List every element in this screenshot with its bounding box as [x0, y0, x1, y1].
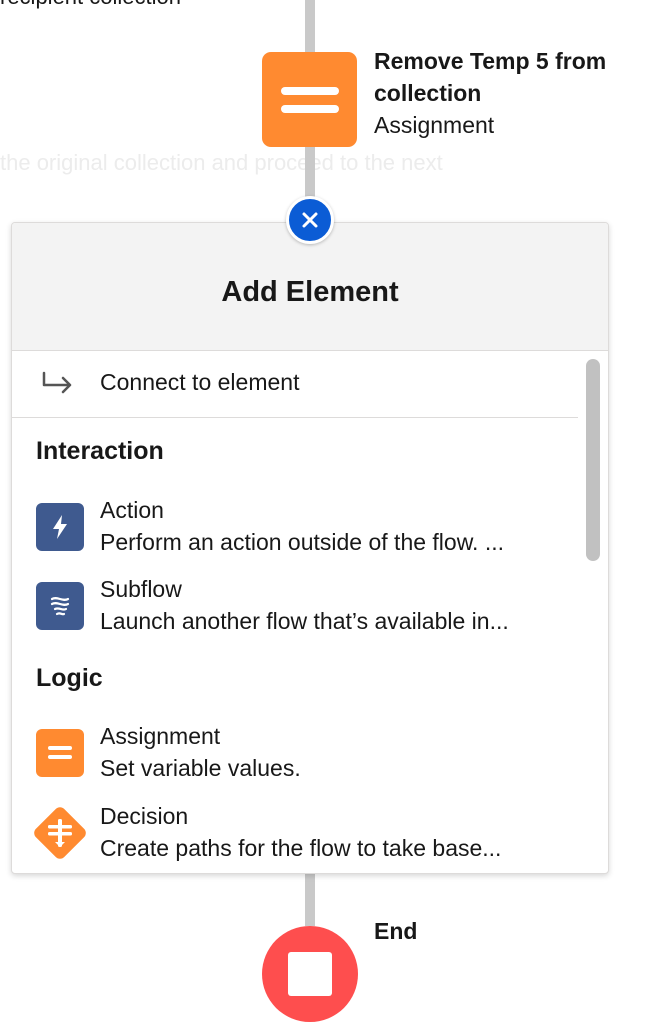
connect-to-element-row[interactable]: Connect to element — [12, 351, 578, 418]
end-node-label: End — [374, 918, 418, 944]
close-icon — [302, 212, 318, 228]
item-title-action: Action — [100, 497, 164, 523]
assignment-node[interactable] — [262, 52, 357, 147]
assignment-icon — [280, 86, 339, 95]
item-title-assignment: Assignment — [100, 723, 221, 749]
item-description-assignment: Set variable values. — [100, 755, 301, 781]
connect-arrow-icon — [42, 371, 72, 394]
faded-canvas-text: the original collection and proceed to t… — [0, 150, 443, 175]
item-description-subflow: Launch another flow that’s available in.… — [100, 608, 509, 634]
subflow-icon — [36, 582, 84, 630]
assignment-icon-bar — [280, 104, 339, 113]
panel-body[interactable]: Connect to element Interaction Action Pe… — [12, 351, 608, 873]
assignment-node-type: Assignment — [374, 112, 495, 138]
connect-to-element-label: Connect to element — [100, 369, 300, 395]
assignment-node-title[interactable]: Remove Temp 5 from collection — [374, 45, 644, 109]
close-add-element-button[interactable] — [286, 196, 334, 244]
add-element-panel: Add Element Connect to element Interacti… — [11, 222, 609, 874]
end-node[interactable] — [262, 926, 358, 1022]
item-title-decision: Decision — [100, 803, 189, 829]
stop-icon — [288, 952, 332, 996]
assignment-icon — [36, 729, 84, 777]
item-description-action: Perform an action outside of the flow. .… — [100, 529, 504, 555]
item-description-decision: Create paths for the flow to take base..… — [100, 835, 502, 861]
connector-line-bottom — [305, 874, 315, 926]
section-title-interaction: Interaction — [36, 437, 164, 465]
decision-icon — [28, 801, 92, 865]
section-title-logic: Logic — [36, 664, 103, 692]
connector-line-top — [305, 0, 315, 52]
scrollbar-thumb[interactable] — [586, 359, 600, 561]
lightning-icon — [36, 503, 84, 551]
previous-element-label: recipient collection — [0, 0, 181, 10]
item-title-subflow: Subflow — [100, 576, 182, 602]
